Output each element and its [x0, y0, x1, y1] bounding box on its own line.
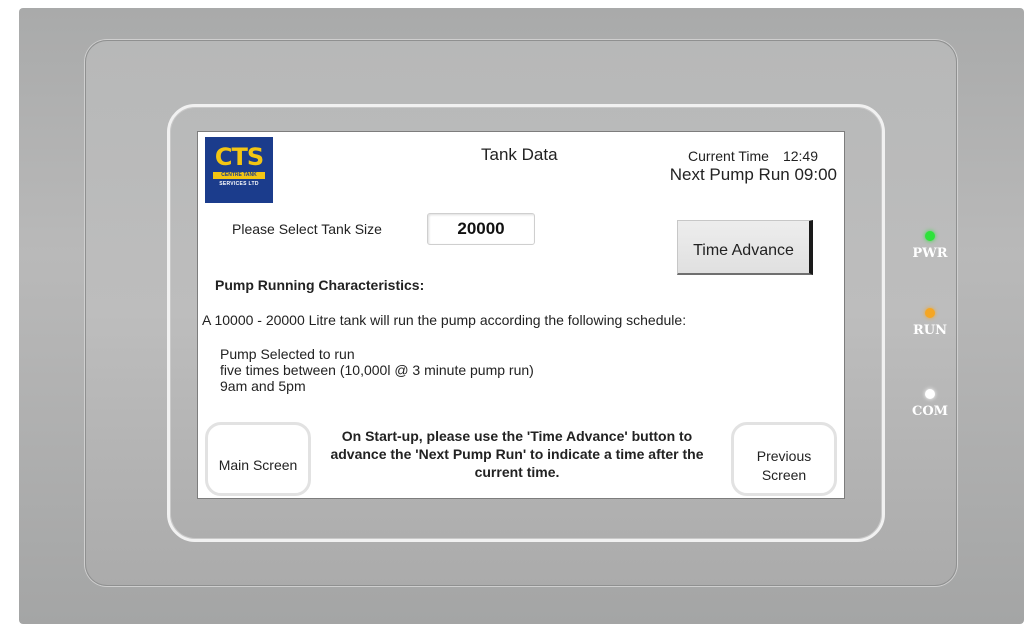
tank-size-label: Please Select Tank Size: [232, 221, 382, 237]
run-led-icon: [925, 308, 935, 318]
logo-band: CENTRE TANK: [213, 172, 265, 179]
com-indicator: COM: [906, 389, 954, 419]
schedule-text: A 10000 - 20000 Litre tank will run the …: [202, 312, 687, 328]
current-time-row: Current Time 12:49: [688, 148, 818, 164]
pwr-indicator: PWR: [906, 231, 954, 261]
current-time-value: 12:49: [782, 148, 818, 164]
com-led-icon: [925, 389, 935, 399]
main-screen-button[interactable]: Main Screen: [205, 422, 311, 496]
pwr-led-icon: [925, 231, 935, 241]
logo-mark: CTS: [214, 143, 264, 171]
pwr-label: PWR: [912, 246, 948, 261]
startup-note: On Start-up, please use the 'Time Advanc…: [330, 428, 704, 480]
current-time-label: Current Time: [688, 148, 769, 164]
pump-line: 9am and 5pm: [220, 378, 306, 394]
logo-subtitle: SERVICES LTD: [219, 181, 259, 187]
previous-screen-button[interactable]: Previous Screen: [731, 422, 837, 496]
characteristics-heading: Pump Running Characteristics:: [215, 277, 425, 293]
pump-schedule-lines: Pump Selected to run five times between …: [220, 346, 534, 394]
time-advance-button[interactable]: Time Advance: [677, 220, 813, 275]
pump-line: Pump Selected to run: [220, 346, 355, 362]
hmi-screen: CTS CENTRE TANK SERVICES LTD Tank Data C…: [198, 132, 844, 498]
page-title: Tank Data: [481, 145, 558, 164]
pump-line: five times between (10,000l @ 3 minute p…: [220, 362, 534, 378]
run-label: RUN: [912, 323, 948, 338]
cts-logo: CTS CENTRE TANK SERVICES LTD: [205, 137, 273, 203]
com-label: COM: [911, 404, 949, 419]
tank-size-input[interactable]: [427, 213, 535, 245]
run-indicator: RUN: [906, 308, 954, 338]
next-pump-run: Next Pump Run 09:00: [669, 165, 837, 184]
